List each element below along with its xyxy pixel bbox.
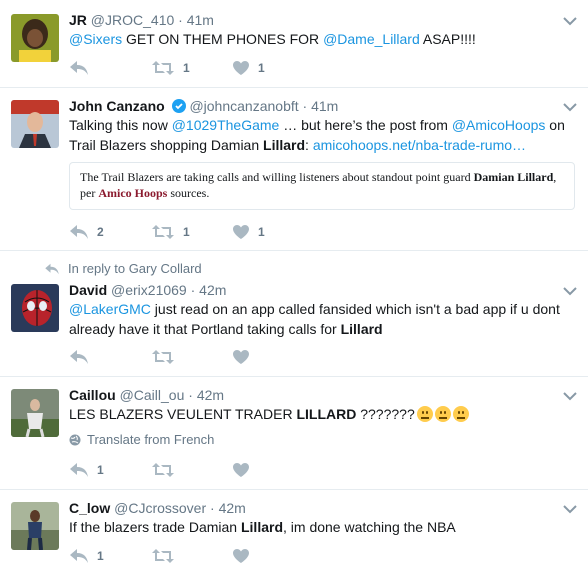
link-preview-card[interactable]: The Trail Blazers are taking calls and w… <box>69 162 575 210</box>
user-handle[interactable]: @CJcrossover <box>114 500 206 516</box>
reply-icon <box>69 224 89 240</box>
reply-button[interactable] <box>69 348 89 366</box>
reply-context-icon <box>44 263 60 275</box>
like-count: 1 <box>258 61 265 75</box>
tweet-time[interactable]: 42m <box>197 387 224 403</box>
tweet-text: Talking this now @1029TheGame … but here… <box>69 117 565 153</box>
user-handle[interactable]: @Caill_ou <box>120 387 185 403</box>
reply-icon <box>69 349 89 365</box>
mention-link[interactable]: @LakerGMC <box>69 301 151 317</box>
user-handle[interactable]: @JROC_410 <box>91 12 174 28</box>
retweet-icon <box>151 224 175 240</box>
tweet-header: John Canzano @johncanzanobft · 41m <box>69 98 339 114</box>
retweet-icon <box>151 462 175 478</box>
user-handle[interactable]: @erix21069 <box>111 282 187 298</box>
reply-button[interactable] <box>69 59 89 77</box>
like-icon <box>232 60 250 76</box>
emoji-worried-icon <box>416 406 433 422</box>
avatar[interactable] <box>11 14 59 62</box>
mention-link[interactable]: @Sixers <box>69 31 122 47</box>
mention-link[interactable]: @1029TheGame <box>172 117 280 133</box>
reply-count: 1 <box>97 549 104 563</box>
tweet[interactable]: In reply to Gary Collard David @erix2106… <box>0 251 588 377</box>
tweet-header: David @erix21069 · 42m <box>69 282 227 298</box>
reply-icon <box>69 60 89 76</box>
retweet-icon <box>151 548 175 564</box>
reply-count: 2 <box>97 225 104 239</box>
mention-link[interactable]: @AmicoHoops <box>452 117 546 133</box>
chevron-down-icon[interactable] <box>563 391 577 401</box>
user-name[interactable]: David <box>69 282 107 298</box>
user-name[interactable]: John Canzano <box>69 98 165 114</box>
tweet-text: LES BLAZERS VEULENT TRADER LILLARD ?????… <box>69 404 577 424</box>
avatar[interactable] <box>11 100 59 148</box>
chevron-down-icon[interactable] <box>563 16 577 26</box>
retweet-icon <box>151 349 175 365</box>
tweet[interactable]: JR @JROC_410 · 41m @Sixers GET ON THEM P… <box>0 0 588 88</box>
tweet-text: @LakerGMC just read on an app called fan… <box>69 301 560 337</box>
mention-link[interactable]: @Dame_Lillard <box>323 31 420 47</box>
like-button[interactable]: 1 <box>232 59 265 77</box>
article-link[interactable]: amicohoops.net/nba-trade-rumo… <box>313 137 526 153</box>
user-handle[interactable]: @johncanzanobft <box>189 98 298 114</box>
chevron-down-icon[interactable] <box>563 102 577 112</box>
avatar[interactable] <box>11 502 59 550</box>
like-button[interactable] <box>232 348 250 366</box>
avatar[interactable] <box>11 284 59 332</box>
tweet-time[interactable]: 42m <box>199 282 226 298</box>
tweet[interactable]: Caillou @Caill_ou · 42m LES BLAZERS VEUL… <box>0 377 588 490</box>
chevron-down-icon[interactable] <box>563 286 577 296</box>
tweet-header: C_low @CJcrossover · 42m <box>69 500 246 516</box>
tweet-text: @Sixers GET ON THEM PHONES FOR @Dame_Lil… <box>69 31 476 47</box>
retweet-count: 1 <box>183 225 190 239</box>
like-button[interactable] <box>232 547 250 565</box>
tweet-header: JR @JROC_410 · 41m <box>69 12 214 28</box>
retweet-button[interactable] <box>151 348 175 366</box>
tweet-time[interactable]: 41m <box>311 98 338 114</box>
tweet[interactable]: C_low @CJcrossover · 42m If the blazers … <box>0 490 588 579</box>
reply-context[interactable]: In reply to Gary Collard <box>44 261 202 276</box>
emoji-worried-icon <box>452 406 469 422</box>
tweet-header: Caillou @Caill_ou · 42m <box>69 387 225 403</box>
avatar[interactable] <box>11 389 59 437</box>
retweet-button[interactable] <box>151 547 175 565</box>
reply-icon <box>69 462 89 478</box>
like-icon <box>232 462 250 478</box>
tweet-text: If the blazers trade Damian Lillard, im … <box>69 519 456 535</box>
reply-button[interactable]: 2 <box>69 223 104 241</box>
like-icon <box>232 548 250 564</box>
reply-count: 1 <box>97 463 104 477</box>
like-button[interactable]: 1 <box>232 223 265 241</box>
like-button[interactable] <box>232 461 250 479</box>
reply-button[interactable]: 1 <box>69 547 104 565</box>
like-count: 1 <box>258 225 265 239</box>
retweet-button[interactable]: 1 <box>151 59 190 77</box>
like-icon <box>232 349 250 365</box>
emoji-worried-icon <box>434 406 451 422</box>
reply-button[interactable]: 1 <box>69 461 104 479</box>
user-name[interactable]: Caillou <box>69 387 116 403</box>
like-icon <box>232 224 250 240</box>
user-name[interactable]: C_low <box>69 500 110 516</box>
tweet[interactable]: John Canzano @johncanzanobft · 41m Talki… <box>0 88 588 251</box>
retweet-button[interactable] <box>151 461 175 479</box>
tweet-time[interactable]: 42m <box>219 500 246 516</box>
reply-icon <box>69 548 89 564</box>
retweet-button[interactable]: 1 <box>151 223 190 241</box>
retweet-count: 1 <box>183 61 190 75</box>
translate-link[interactable]: Translate from French <box>69 432 214 447</box>
retweet-icon <box>151 60 175 76</box>
chevron-down-icon[interactable] <box>563 504 577 514</box>
verified-icon <box>171 99 186 113</box>
globe-icon <box>69 434 81 445</box>
tweet-time[interactable]: 41m <box>187 12 214 28</box>
user-name[interactable]: JR <box>69 12 87 28</box>
